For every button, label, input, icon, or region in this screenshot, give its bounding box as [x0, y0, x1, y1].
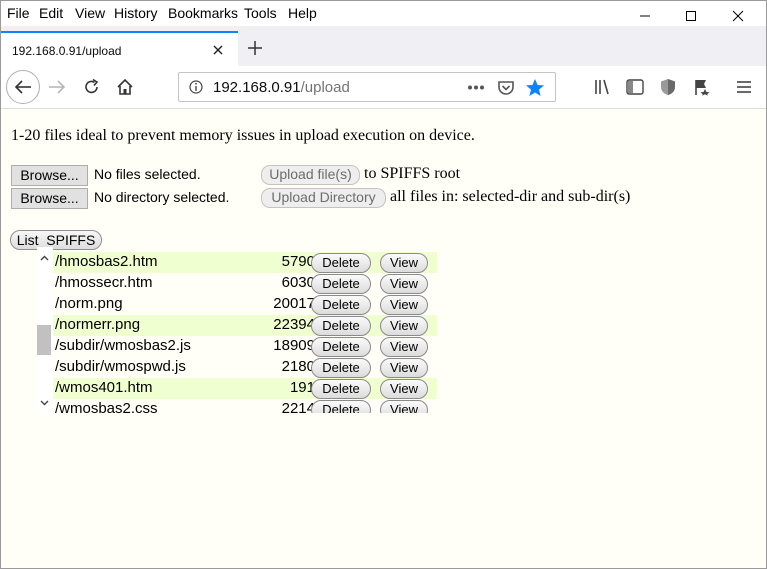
extension-flag-icon[interactable] [693, 78, 711, 96]
url-path: /upload [300, 79, 350, 96]
delete-button[interactable]: Delete [311, 358, 371, 378]
scroll-down-icon[interactable] [40, 400, 49, 406]
view-button[interactable]: View [380, 295, 428, 315]
library-icon[interactable] [594, 79, 612, 96]
url-host: 192.168.0.91 [213, 79, 301, 96]
file-list[interactable]: /hmosbas2.htm 5790 Delete View/hmossecr.htm… [37, 247, 477, 413]
tab-title: 192.168.0.91/upload [12, 44, 122, 58]
maximize-icon [686, 11, 696, 21]
forward-arrow-icon[interactable] [48, 79, 66, 95]
delete-button[interactable]: Delete [311, 400, 371, 413]
file-name: /wmos401.htm [55, 379, 153, 396]
file-size: 18909 [273, 337, 315, 354]
url-bar[interactable]: 192.168.0.91/upload [178, 72, 556, 102]
bookmark-star-icon[interactable] [525, 78, 545, 97]
scroll-up-icon[interactable] [40, 255, 49, 261]
file-name: /subdir/wmosbas2.js [55, 337, 191, 354]
back-button[interactable] [6, 70, 40, 104]
tab-upload[interactable]: 192.168.0.91/upload [1, 31, 238, 66]
upload-files-note: to SPIFFS root [364, 165, 461, 182]
back-arrow-icon [14, 80, 31, 94]
file-size: 22394 [273, 316, 315, 333]
file-name: /wmosbas2.css [55, 400, 158, 413]
hamburger-menu-icon[interactable] [736, 80, 752, 94]
file-size: 20017 [273, 295, 315, 312]
navigation-bar: 192.168.0.91/upload [1, 66, 766, 109]
menu-bookmarks[interactable]: Bookmarks [168, 5, 238, 21]
file-size: 5790 [281, 253, 315, 270]
close-icon [732, 10, 744, 22]
menu-help[interactable]: Help [288, 5, 317, 21]
file-size: 6030 [281, 274, 315, 291]
browse-directory-button[interactable]: Browse... [11, 188, 88, 209]
file-size: 2180 [281, 358, 315, 375]
sidebar-icon[interactable] [626, 79, 644, 95]
intro-text: 1-20 files ideal to prevent memory issue… [11, 127, 475, 144]
view-button[interactable]: View [380, 358, 428, 378]
view-button[interactable]: View [380, 337, 428, 357]
view-button[interactable]: View [380, 379, 428, 399]
scrollbar[interactable] [37, 247, 53, 413]
file-row: /hmossecr.htm 6030 Delete View [53, 273, 437, 294]
delete-button[interactable]: Delete [311, 295, 371, 315]
browser-window: File Edit View History Bookmarks Tools H… [0, 0, 767, 569]
menu-history[interactable]: History [114, 5, 158, 21]
file-row: /hmosbas2.htm 5790 Delete View [53, 252, 437, 273]
menu-view[interactable]: View [75, 5, 105, 21]
file-row: /normerr.png 22394 Delete View [53, 315, 437, 336]
info-icon[interactable] [189, 80, 203, 94]
file-name: /normerr.png [55, 316, 141, 333]
no-files-label: No files selected. [94, 166, 201, 182]
pocket-icon[interactable] [497, 79, 515, 97]
upload-files-button[interactable]: Upload file(s) [261, 165, 360, 185]
upload-directory-note: all files in: selected-dir and sub-dir(s… [390, 188, 631, 205]
file-row: /norm.png 20017 Delete View [53, 294, 437, 315]
menu-file[interactable]: File [7, 5, 30, 21]
file-size: 2214 [281, 400, 315, 413]
view-button[interactable]: View [380, 253, 428, 273]
delete-button[interactable]: Delete [311, 379, 371, 399]
new-tab-icon[interactable] [247, 40, 263, 56]
file-name: /norm.png [55, 295, 123, 312]
no-directory-label: No directory selected. [94, 189, 230, 205]
file-row: /wmosbas2.css 2214 Delete View [53, 399, 437, 413]
view-button[interactable]: View [380, 274, 428, 294]
shield-icon[interactable] [660, 78, 676, 96]
page-actions-icon[interactable] [467, 85, 485, 90]
delete-button[interactable]: Delete [311, 274, 371, 294]
menu-bar: File Edit View History Bookmarks Tools H… [1, 1, 766, 26]
upload-directory-button[interactable]: Upload Directory [261, 188, 386, 208]
file-name: /hmosbas2.htm [55, 253, 158, 270]
delete-button[interactable]: Delete [311, 316, 371, 336]
view-button[interactable]: View [380, 400, 428, 413]
menu-tools[interactable]: Tools [244, 5, 277, 21]
file-row: /subdir/wmosbas2.js 18909 Delete View [53, 336, 437, 357]
minimize-icon [640, 15, 650, 17]
home-icon[interactable] [116, 78, 134, 96]
view-button[interactable]: View [380, 316, 428, 336]
tab-close-icon[interactable] [213, 45, 223, 55]
file-name: /hmossecr.htm [55, 274, 153, 291]
file-row: /subdir/wmospwd.js 2180 Delete View [53, 357, 437, 378]
browse-files-button[interactable]: Browse... [11, 165, 88, 186]
menu-edit[interactable]: Edit [39, 5, 63, 21]
delete-button[interactable]: Delete [311, 253, 371, 273]
reload-icon[interactable] [83, 78, 101, 96]
delete-button[interactable]: Delete [311, 337, 371, 357]
file-row: /wmos401.htm 191 Delete View [53, 378, 437, 399]
scrollbar-thumb[interactable] [37, 325, 51, 355]
file-name: /subdir/wmospwd.js [55, 358, 186, 375]
